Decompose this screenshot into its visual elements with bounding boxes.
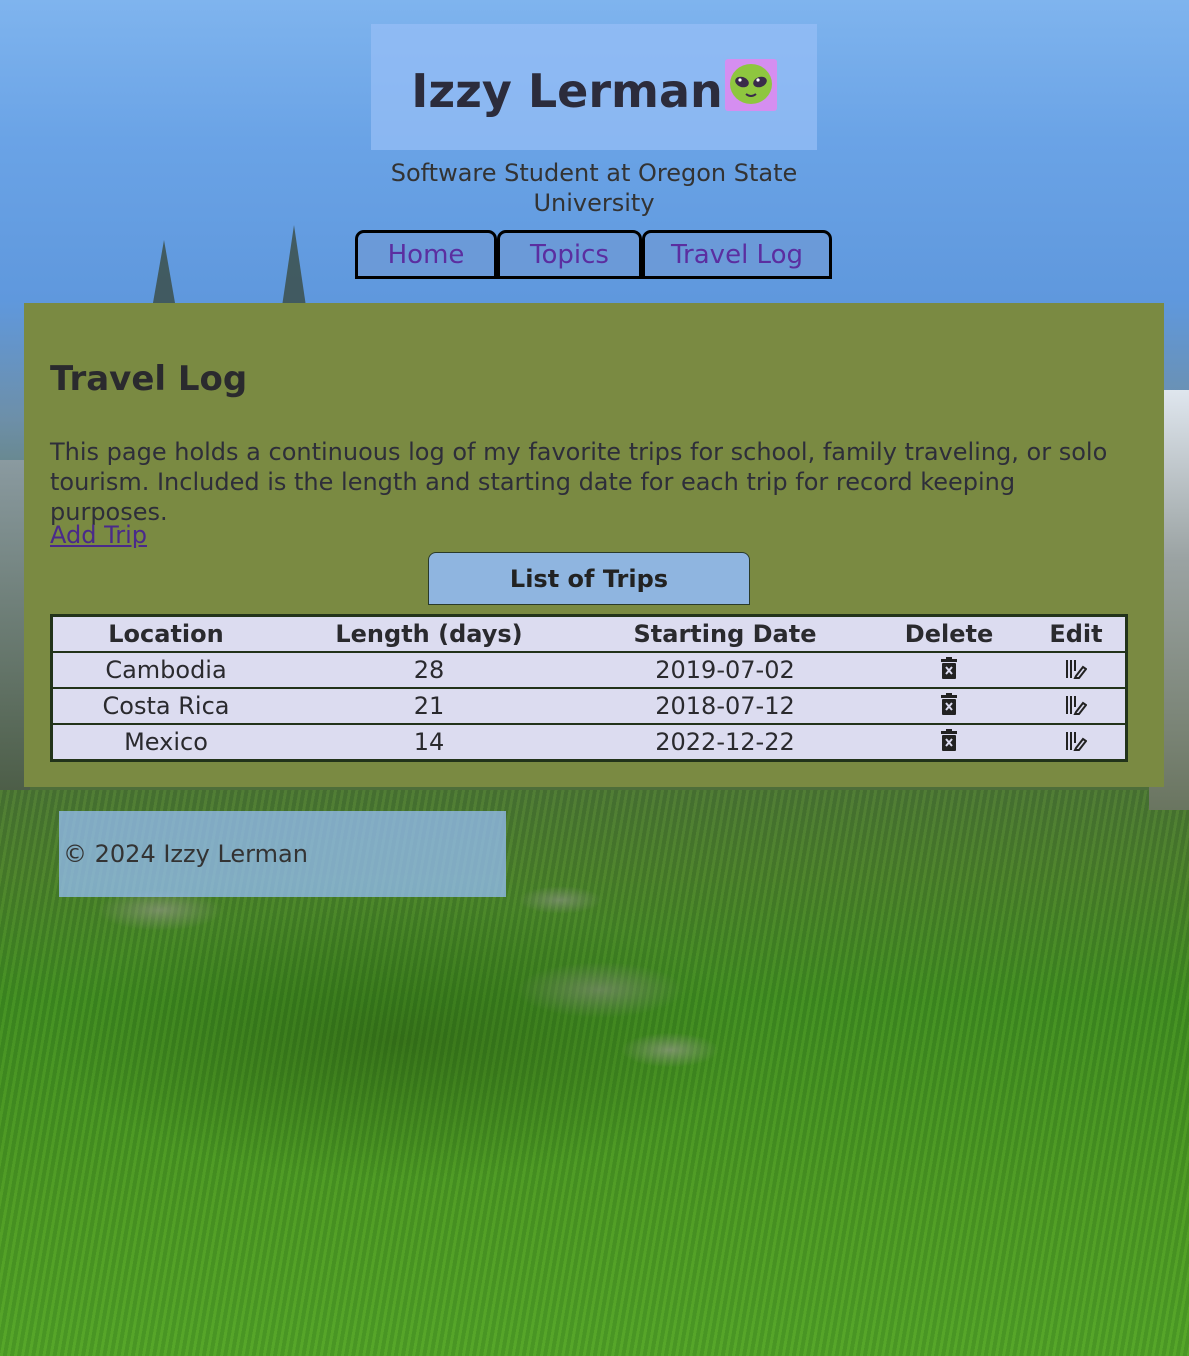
header-location: Location xyxy=(51,615,279,653)
site-title: Izzy Lerman xyxy=(411,59,777,118)
header-edit: Edit xyxy=(1027,615,1127,653)
edit-icon[interactable] xyxy=(1065,657,1088,685)
site-footer: © 2024 Izzy Lerman xyxy=(59,811,506,897)
trips-table: Location Length (days) Starting Date Del… xyxy=(50,614,1128,762)
cell-location: Cambodia xyxy=(51,652,279,689)
cell-length: 28 xyxy=(279,652,579,689)
main-content: Travel Log This page holds a continuous … xyxy=(24,303,1164,787)
cell-date: 2022-12-22 xyxy=(655,728,795,756)
table-header-row: Location Length (days) Starting Date Del… xyxy=(51,615,1127,653)
header-starting-date: Starting Date xyxy=(579,615,871,653)
table-caption: List of Trips xyxy=(428,552,750,605)
alien-emoji-icon xyxy=(724,59,777,111)
nav-travel-log-link[interactable]: Travel Log xyxy=(642,230,832,279)
site-subtitle: Software Student at Oregon State Univers… xyxy=(390,159,798,217)
cell-date: 2019-07-02 xyxy=(579,652,871,689)
cell-edit xyxy=(1027,652,1127,689)
header-length: Length (days) xyxy=(279,615,579,653)
title-box: Izzy Lerman xyxy=(371,24,817,150)
edit-icon[interactable] xyxy=(1065,693,1088,721)
cell-location: Costa Rica xyxy=(51,688,279,725)
intro-paragraph: This page holds a continuous log of my f… xyxy=(50,438,1108,526)
cell-length: 14 xyxy=(413,728,445,756)
edit-icon[interactable] xyxy=(1065,729,1088,757)
cell-date: 2018-07-12 xyxy=(579,688,871,725)
cell-length: 21 xyxy=(279,688,579,725)
cell-delete xyxy=(871,652,1027,689)
table-row: Cambodia 28 2019-07-02 xyxy=(51,652,1127,689)
cell-edit xyxy=(1027,688,1127,725)
nav-home-link[interactable]: Home xyxy=(355,230,497,279)
main-nav: Home Topics Travel Log xyxy=(355,230,832,279)
trash-icon[interactable] xyxy=(939,728,959,757)
cell-location: Mexico xyxy=(124,728,208,756)
table-row: Mexico 14 2022-12-22 xyxy=(52,724,1127,761)
site-title-text: Izzy Lerman xyxy=(411,64,723,118)
table-row: Costa Rica 21 2018-07-12 xyxy=(51,688,1127,725)
cell-edit xyxy=(1027,724,1127,761)
nav-topics-link[interactable]: Topics xyxy=(497,230,642,279)
cell-delete xyxy=(871,724,1027,761)
add-trip-link[interactable]: Add Trip xyxy=(50,521,147,549)
trash-icon[interactable] xyxy=(939,656,959,685)
page-title: Travel Log xyxy=(50,359,248,399)
copyright-text: © 2024 Izzy Lerman xyxy=(63,840,308,868)
cell-delete xyxy=(871,688,1027,725)
trash-icon[interactable] xyxy=(939,692,959,721)
header-delete: Delete xyxy=(871,615,1027,653)
